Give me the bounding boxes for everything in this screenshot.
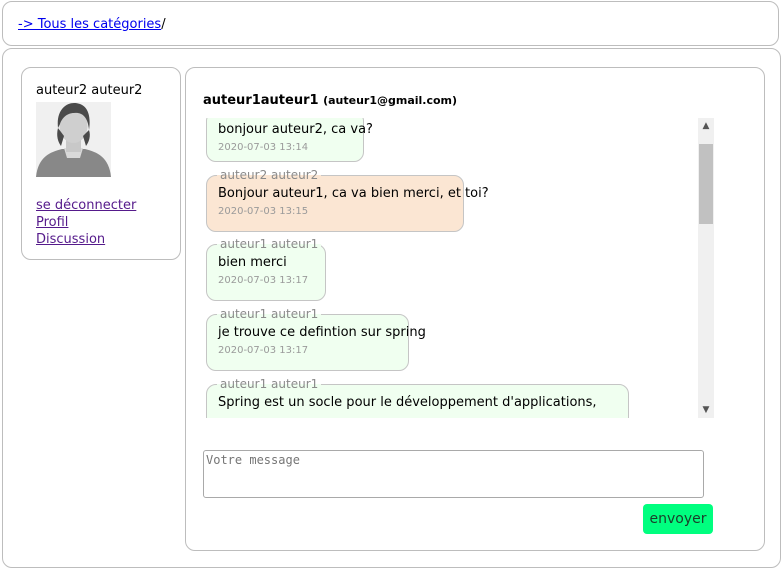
chevron-down-icon[interactable]: ▼ <box>698 402 714 418</box>
send-button[interactable]: envoyer <box>643 504 713 534</box>
user-avatar-icon <box>36 102 111 177</box>
message-input[interactable] <box>203 450 704 498</box>
chat-header: auteur1auteur1 (auteur1@gmail.com) <box>203 93 457 108</box>
message-bubble: bonjour auteur2, ca va? 2020-07-03 13:14 <box>206 118 373 162</box>
message-list[interactable]: bonjour auteur2, ca va? 2020-07-03 13:14… <box>206 118 714 418</box>
message-author: auteur2 auteur2 <box>217 168 322 182</box>
main-panel: auteur2 auteur2 se déconnecter Profil Di… <box>2 48 781 568</box>
profile-name: auteur2 auteur2 <box>36 83 143 98</box>
chat-contact-name: auteur1auteur1 <box>203 93 319 108</box>
profile-card: auteur2 auteur2 se déconnecter Profil Di… <box>21 67 181 260</box>
chat-contact-email: (auteur1@gmail.com) <box>323 94 458 107</box>
breadcrumb-separator: / <box>161 17 166 32</box>
discussion-link[interactable]: Discussion <box>36 231 136 248</box>
message-time: 2020-07-03 13:17 <box>218 275 309 286</box>
breadcrumb: -> Tous les catégories/ <box>18 17 166 32</box>
message-time: 2020-07-03 13:15 <box>218 206 309 217</box>
message-time: 2020-07-03 13:14 <box>218 142 309 153</box>
message-author: auteur1 auteur1 <box>217 307 322 321</box>
message-text: Spring est un socle pour le développemen… <box>218 395 597 410</box>
message-bubble: auteur1 auteur1 Spring est un socle pour… <box>206 377 629 418</box>
chevron-up-icon[interactable]: ▲ <box>698 118 714 134</box>
message-bubble: auteur2 auteur2 Bonjour auteur1, ca va b… <box>206 168 489 232</box>
chat-card: auteur1auteur1 (auteur1@gmail.com) bonjo… <box>185 67 765 551</box>
all-categories-link[interactable]: -> Tous les catégories <box>18 17 161 32</box>
message-bubble: auteur1 auteur1 bien merci 2020-07-03 13… <box>206 237 326 301</box>
message-text: bonjour auteur2, ca va? <box>218 122 373 137</box>
scrollbar-thumb[interactable] <box>699 144 713 224</box>
message-author: auteur1 auteur1 <box>217 237 322 251</box>
message-scrollbar[interactable]: ▲ ▼ <box>698 118 714 418</box>
message-text: bien merci <box>218 255 287 270</box>
top-bar: -> Tous les catégories/ <box>2 1 779 46</box>
message-time: 2020-07-03 13:17 <box>218 345 309 356</box>
message-bubble: auteur1 auteur1 je trouve ce defintion s… <box>206 307 426 371</box>
profile-links: se déconnecter Profil Discussion <box>36 197 136 248</box>
message-text: je trouve ce defintion sur spring <box>218 325 426 340</box>
profile-link[interactable]: Profil <box>36 214 136 231</box>
message-text: Bonjour auteur1, ca va bien merci, et to… <box>218 186 489 201</box>
logout-link[interactable]: se déconnecter <box>36 197 136 214</box>
message-author: auteur1 auteur1 <box>217 377 322 391</box>
